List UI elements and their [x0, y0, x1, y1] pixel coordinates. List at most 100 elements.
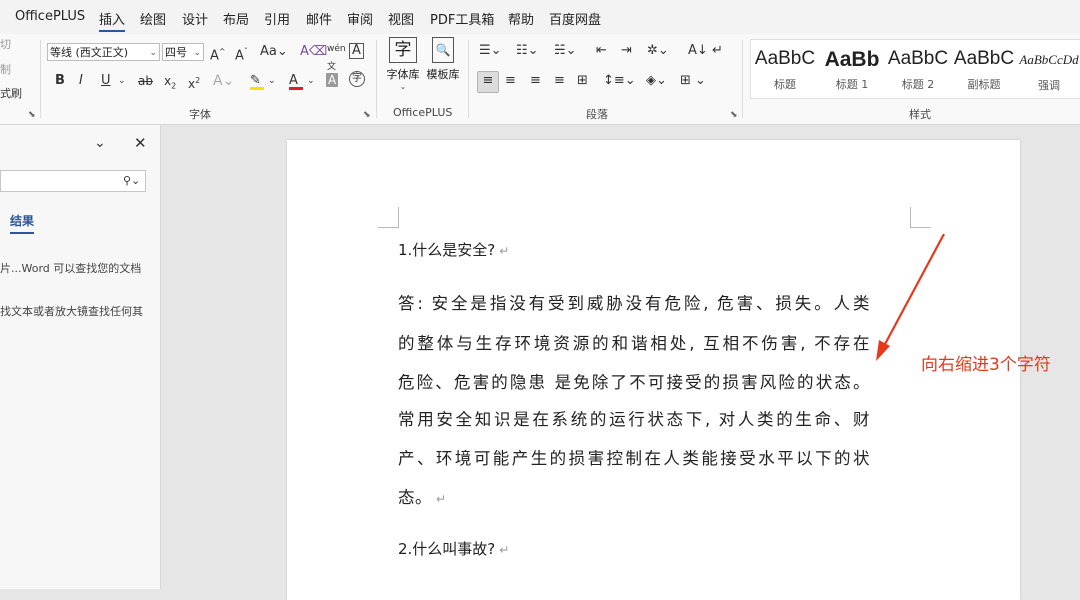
show-marks-icon[interactable]: ↵ [712, 42, 723, 60]
tab-baidu-netdisk[interactable]: 百度网盘 [549, 9, 601, 28]
align-right-icon[interactable]: ≡ [530, 72, 541, 90]
enclose-char-icon[interactable]: 字 [349, 71, 365, 87]
clipboard-launcher-icon[interactable]: ⬊ [28, 106, 36, 124]
nav-hint-text: 片...Word 可以查找您的文档 [0, 262, 142, 275]
align-left-icon[interactable]: ≡ [477, 71, 499, 93]
italic-icon[interactable]: I [79, 72, 83, 90]
divider [742, 40, 743, 118]
search-icon[interactable]: ⚲⌄ [123, 172, 140, 190]
clear-format-icon[interactable]: A⌫ [300, 43, 327, 61]
asian-layout-icon[interactable]: ✲⌄ [647, 42, 669, 60]
chevron-down-icon: ⌄ [193, 48, 201, 58]
chevron-down-icon[interactable]: ⌄ [118, 72, 126, 90]
phonetic-guide-icon[interactable]: wén 文 [327, 40, 346, 76]
char-border-icon[interactable]: A [349, 43, 364, 59]
answer-line: 产、环境可能产生的损害控制在人类能接受水平以下的状 [398, 449, 870, 468]
copy-button[interactable]: 制 [0, 61, 11, 79]
tab-help[interactable]: 帮助 [508, 9, 534, 28]
tab-pdf-toolbox[interactable]: PDF工具箱 [430, 9, 494, 28]
text-effects-icon[interactable]: A⌄ [213, 72, 234, 90]
paragraph-group-label: 段落 [586, 108, 608, 121]
shrink-font-icon[interactable]: Aˇ [235, 43, 248, 65]
strikethrough-icon[interactable]: ab [138, 72, 153, 90]
annotation-text: 向右缩进3个字符 [921, 355, 1051, 375]
close-icon[interactable]: ✕ [134, 134, 147, 152]
question-heading: 1.什么是安全? ↵ [398, 241, 510, 259]
styles-gallery: AaBbC 标题 AaBb 标题 1 AaBbC 标题 2 AaBbC 副标题 … [750, 39, 1080, 99]
font-name-value: 等线 (西文正文) [50, 46, 129, 59]
divider [376, 40, 377, 118]
char-lib-label: 字体库 [386, 68, 420, 81]
paragraph-launcher-icon[interactable]: ⬊ [730, 106, 738, 124]
nav-search-input[interactable]: ⚲⌄ [0, 170, 146, 192]
answer-line: 的整体与生存环境资源的和谐相处, 互相不伤害, 不存在 [398, 334, 870, 353]
bullets-icon[interactable]: ☰⌄ [479, 42, 502, 60]
tab-insert[interactable]: 插入 [99, 9, 126, 32]
distributed-icon[interactable]: ⊞ [577, 72, 588, 90]
font-group-label: 字体 [189, 108, 211, 121]
tab-layout[interactable]: 布局 [223, 9, 249, 28]
menu-tab-bar: OfficePLUS 插入 绘图 设计 布局 引用 邮件 审阅 视图 PDF工具… [0, 0, 1080, 34]
tab-officeplus[interactable]: OfficePLUS [15, 9, 85, 24]
bold-icon[interactable]: B [55, 72, 65, 90]
tab-review[interactable]: 审阅 [347, 9, 373, 28]
change-case-icon[interactable]: Aa⌄ [260, 43, 288, 61]
chevron-down-icon[interactable]: ⌄ [307, 72, 315, 90]
tab-view[interactable]: 视图 [388, 9, 414, 28]
multilevel-list-icon[interactable]: ☵⌄ [554, 42, 577, 60]
cut-button[interactable]: 切 [0, 36, 11, 54]
char-lib-button[interactable]: 字 字体库 ⌄ [386, 37, 420, 91]
tab-design[interactable]: 设计 [182, 9, 208, 28]
chevron-down-icon: ⌄ [399, 82, 407, 91]
paragraph-mark-icon: ↵ [499, 543, 510, 557]
justify-icon[interactable]: ≡ [554, 72, 565, 90]
decrease-indent-icon[interactable]: ⇤ [596, 42, 607, 60]
tab-draw[interactable]: 绘图 [140, 9, 166, 28]
divider [468, 40, 469, 118]
sort-icon[interactable]: A↓ [688, 42, 708, 60]
tab-mailings[interactable]: 邮件 [306, 9, 332, 28]
template-lib-icon: 🔍 [432, 37, 454, 63]
superscript-icon[interactable]: x2 [188, 72, 200, 93]
line-spacing-icon[interactable]: ↕≡⌄ [603, 72, 636, 90]
chevron-down-icon: ⌄ [149, 48, 157, 58]
char-shading-icon[interactable]: A [326, 73, 339, 87]
answer-line: 危险、危害的隐患 是免除了不可接受的损害风险的状态。 [398, 373, 870, 392]
align-center-icon[interactable]: ≡ [505, 72, 516, 90]
numbering-icon[interactable]: ☷⌄ [516, 42, 539, 60]
style-subtitle[interactable]: AaBbC 副标题 [952, 48, 1016, 92]
increase-indent-icon[interactable]: ⇥ [621, 42, 632, 60]
template-lib-button[interactable]: 🔍 模板库 [425, 37, 461, 82]
answer-line: 常用安全知识是在系统的运行状态下, 对人类的生命、财 [398, 410, 870, 429]
navigation-pane: ⌄ ✕ ⚲⌄ 结果 片...Word 可以查找您的文档 找文本或者放大镜查找任何… [0, 125, 161, 589]
borders-icon[interactable]: ⊞ ⌄ [680, 72, 706, 90]
highlight-icon[interactable]: ✎ [250, 72, 264, 90]
font-launcher-icon[interactable]: ⬊ [363, 106, 371, 124]
style-emphasis[interactable]: AaBbCcDd 强调 [1017, 48, 1080, 93]
chevron-down-icon[interactable]: ⌄ [94, 134, 106, 152]
nav-hint-text: 找文本或者放大镜查找任何其 [0, 305, 143, 318]
document-page[interactable]: 1.什么是安全? ↵ 答: 安全是指没有受到威胁没有危险, 危害、损失。人类 的整… [287, 140, 1020, 600]
grow-font-icon[interactable]: A^ [210, 43, 226, 65]
answer-line: 答: 安全是指没有受到威胁没有危险, 危害、损失。人类 [398, 294, 870, 313]
styles-group-label: 样式 [909, 108, 931, 121]
font-color-icon[interactable]: A [289, 72, 303, 90]
font-size-combo[interactable]: 四号 ⌄ [162, 43, 204, 61]
annotation-arrow-head [876, 340, 890, 361]
template-lib-label: 模板库 [426, 68, 460, 81]
shading-icon[interactable]: ◈⌄ [646, 72, 667, 90]
format-painter-button[interactable]: 式刷 [0, 85, 22, 103]
tab-results[interactable]: 结果 [10, 212, 34, 229]
tab-references[interactable]: 引用 [264, 9, 290, 28]
chevron-down-icon[interactable]: ⌄ [268, 72, 276, 90]
style-title[interactable]: AaBbC 标题 [753, 48, 817, 92]
style-heading-2[interactable]: AaBbC 标题 2 [886, 48, 950, 92]
tab-indicator [10, 232, 34, 234]
char-lib-icon: 字 [389, 37, 417, 63]
paragraph-mark-icon: ↵ [499, 244, 510, 258]
margin-corner [910, 207, 931, 228]
font-name-combo[interactable]: 等线 (西文正文) ⌄ [47, 43, 160, 61]
subscript-icon[interactable]: x2 [164, 72, 176, 95]
style-heading-1[interactable]: AaBb 标题 1 [820, 48, 884, 92]
underline-icon[interactable]: U [101, 72, 111, 90]
